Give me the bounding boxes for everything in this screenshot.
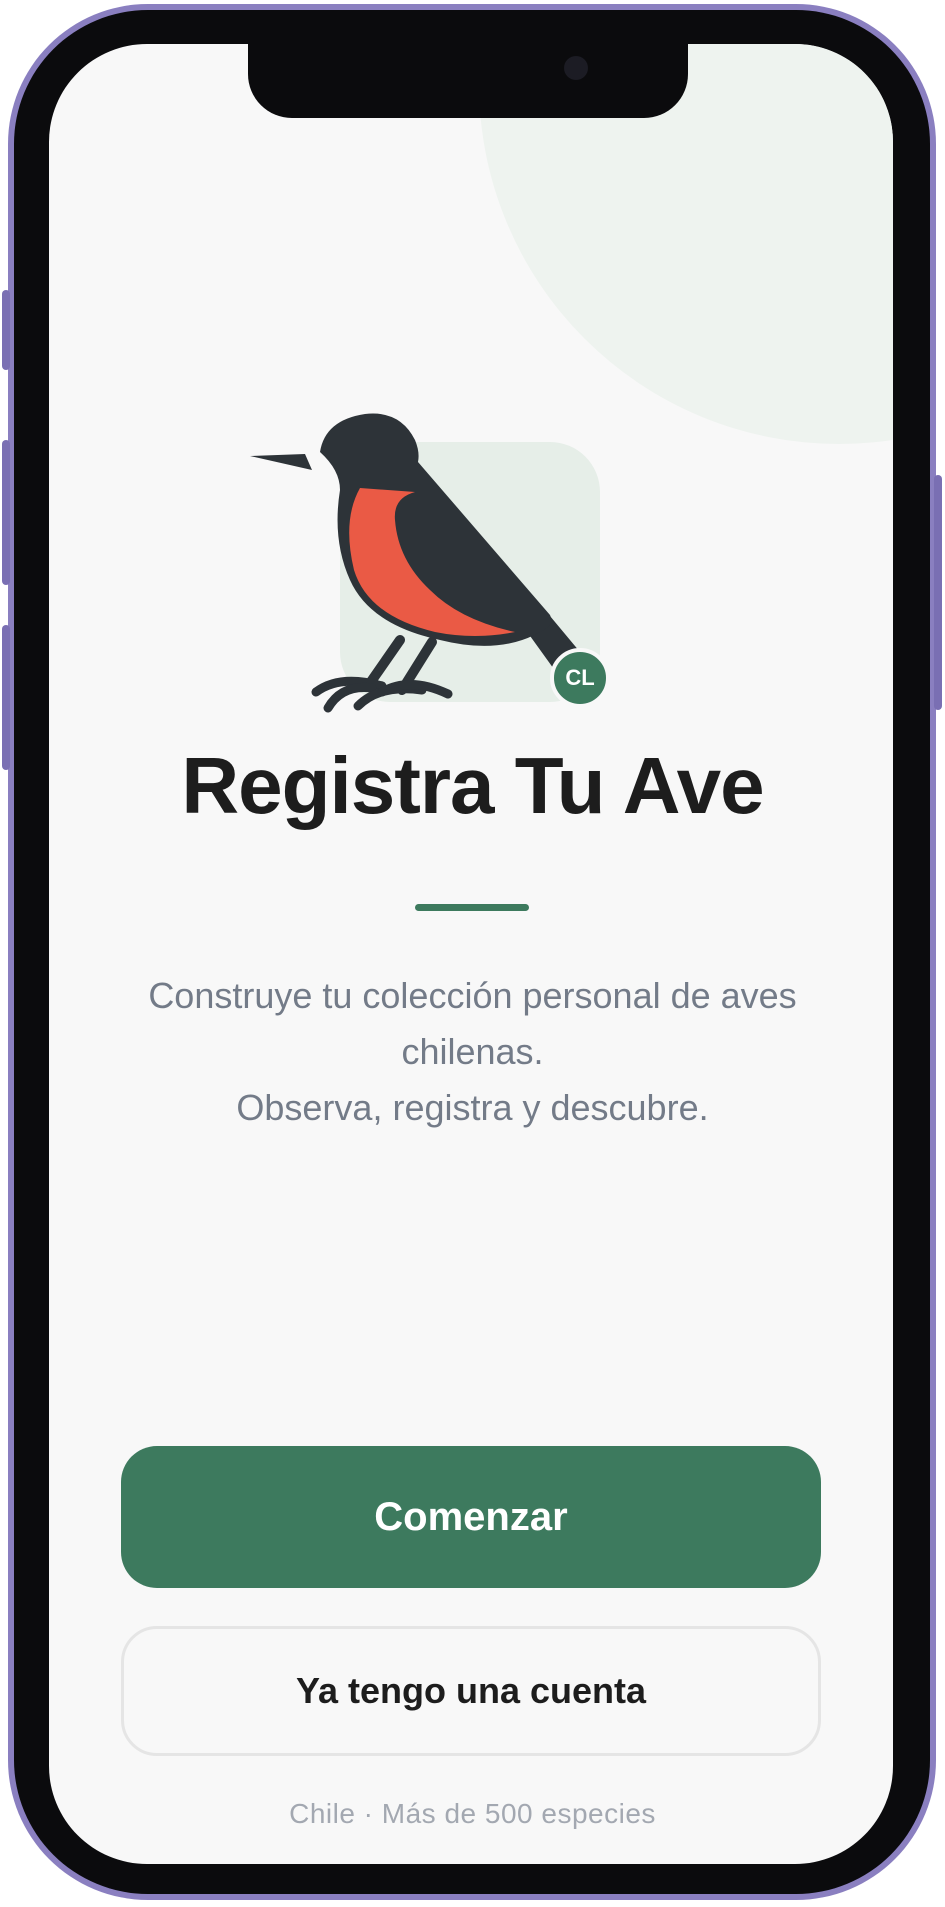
footer-text: Chile · Más de 500 especies (289, 1798, 656, 1829)
side-button-left-1 (2, 290, 10, 370)
existing-account-button[interactable]: Ya tengo una cuenta (121, 1626, 821, 1756)
description-line-2: Observa, registra y descubre. (236, 1087, 709, 1128)
camera-icon (564, 56, 588, 80)
side-button-left-2 (2, 440, 10, 585)
description-line-1: Construye tu colección personal de aves … (148, 975, 797, 1072)
description: Construye tu colección personal de aves … (100, 968, 845, 1136)
app-logo: CL (250, 370, 610, 730)
country-badge: CL (550, 648, 610, 708)
start-button[interactable]: Comenzar (121, 1446, 821, 1588)
notch (248, 44, 688, 118)
side-button-right (934, 475, 942, 710)
title-divider (415, 904, 529, 911)
app-screen (49, 44, 893, 1864)
page-title: Registra Tu Ave (181, 741, 764, 830)
